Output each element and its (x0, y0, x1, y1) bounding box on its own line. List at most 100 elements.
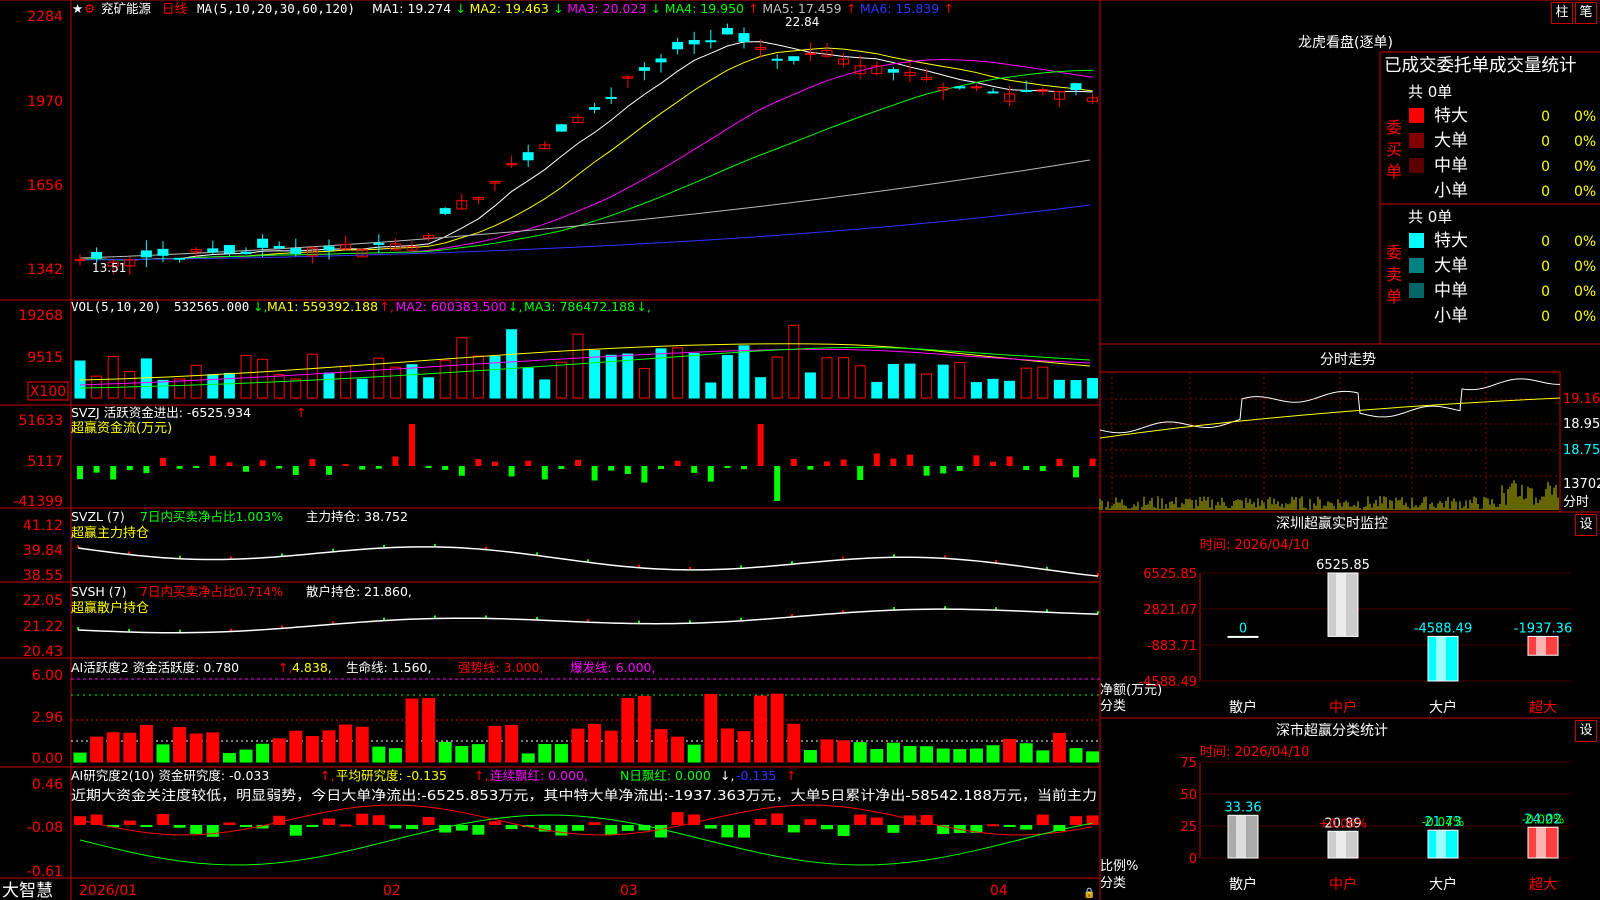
bar-mode-button[interactable]: 柱 (1551, 2, 1573, 24)
bar-highlight (1236, 815, 1246, 858)
volume-bar (555, 361, 567, 399)
ma-label: MA4: 19.950 (665, 1, 744, 16)
svzl-y-axis: 41.12 39.84 38.55 (23, 518, 63, 584)
svzl-hold: 主力持仓: 38.752 (306, 509, 408, 524)
volume-bar (688, 353, 700, 399)
candle-body (771, 58, 783, 61)
active-bar (986, 745, 1000, 763)
x-tick: 03 (620, 883, 638, 899)
x-tick: 02 (383, 883, 401, 899)
svzl-chart[interactable] (77, 543, 1099, 577)
group-total: 共 0单 (1408, 83, 1452, 101)
x-tick: 2026/01 (79, 883, 137, 899)
candle-body (970, 86, 982, 89)
flow-bar (259, 460, 266, 466)
flow-bar (292, 466, 299, 475)
research-bar (870, 817, 883, 825)
research-bar (240, 825, 252, 827)
research-bar (505, 825, 518, 830)
research-bar (771, 813, 784, 825)
research-bar (787, 825, 800, 833)
active-bar (239, 749, 253, 763)
intraday-price: 18.95 (1563, 417, 1600, 432)
y-tick: -41399 (13, 494, 63, 510)
bar-value-label: 0 (1239, 621, 1247, 636)
research-bar (323, 818, 335, 825)
active-bar (853, 742, 867, 763)
period-label[interactable]: 日线 (162, 1, 188, 16)
candle-body (1070, 83, 1082, 90)
volume-bar (539, 379, 551, 399)
active-bar (289, 730, 303, 763)
svsh-chart[interactable] (77, 606, 1099, 634)
y-tick: -0.08 (27, 820, 63, 836)
y-tick: 22.05 (23, 593, 63, 609)
active-bar (936, 748, 950, 763)
monitor-xlabel: 分类 (1100, 699, 1126, 714)
volume-chart[interactable] (74, 324, 1099, 399)
volume-bar (323, 372, 335, 399)
active-bar (156, 744, 170, 763)
bar-highlight (1436, 830, 1446, 858)
research-bar (306, 825, 319, 827)
vol-ma-arrow: ↓, (637, 299, 651, 314)
lock-icon[interactable]: 🔒 (1083, 887, 1095, 899)
settings-icon[interactable]: ⚙ (84, 1, 95, 16)
volume-bar (273, 374, 285, 399)
active-bar (803, 750, 817, 763)
y-tick: 19268 (18, 308, 63, 324)
flow-bar (873, 453, 880, 466)
candle-body (157, 248, 169, 256)
ma-arrow: ↑ (944, 1, 954, 16)
flow-bar (857, 466, 864, 480)
kline-chart[interactable] (74, 23, 1099, 275)
x-tick: 04 (990, 883, 1008, 899)
classify-bar-chart: 755025033.36散户20.89+0.06%中户21.73-0.04%大户… (1180, 756, 1570, 893)
svzl-ratio: 7日内买卖净占比1.003% (140, 509, 283, 524)
bar-delta-label: -0.04% (1422, 815, 1464, 829)
intraday-chart[interactable] (1099, 371, 1561, 513)
flow-bar (442, 466, 449, 470)
ai-active-y-axis: 6.00 2.96 0.00 (32, 668, 63, 767)
flow-bar (608, 466, 615, 471)
ma-line (79, 58, 1093, 261)
ma-line (79, 69, 1093, 261)
volume-bar (306, 353, 318, 399)
y-tick: 51633 (18, 413, 63, 429)
legend-swatch (1409, 158, 1424, 173)
y-tick: 2821.07 (1143, 603, 1197, 618)
tick-mode-button[interactable]: 笔 (1575, 2, 1597, 24)
ai-research-chart[interactable] (74, 804, 1099, 866)
flow-bar (691, 466, 698, 473)
volume-bar (1087, 378, 1099, 399)
intraday-price: 19.16 (1563, 392, 1600, 407)
candle-body (738, 33, 750, 42)
volume-bar (887, 364, 899, 399)
volume-bar (1004, 380, 1016, 399)
flow-bar (110, 466, 117, 480)
row-label: 中单 (1434, 156, 1468, 176)
ma-label: MA3: 20.023 (567, 1, 646, 16)
volume-bar (1070, 380, 1082, 399)
research-bar (1003, 825, 1016, 827)
volume-bar (107, 355, 119, 399)
group-side: 委 (1386, 118, 1402, 137)
svzj-chart[interactable] (77, 424, 1096, 501)
vol-ma-label: MA1: 559392.188 (267, 299, 378, 314)
spacer (1385, 90, 1400, 105)
ma-label: MA2: 19.463 (470, 1, 549, 16)
ai-active-chart[interactable] (71, 678, 1100, 763)
classify-settings-button[interactable]: 设 (1575, 720, 1597, 742)
monitor-settings-button[interactable]: 设 (1575, 514, 1597, 536)
research-bar (854, 814, 867, 825)
y-tick: 75 (1180, 756, 1197, 771)
volume-bar (1053, 379, 1065, 399)
star-icon[interactable]: ★ (72, 1, 83, 16)
ma-arrow: ↑ (846, 1, 856, 16)
research-bar (339, 824, 352, 827)
svzj-title: SVZJ 活跃资金进出: -6525.934 (71, 405, 251, 420)
volume-bar (290, 378, 302, 399)
flow-bar (923, 466, 930, 476)
active-bar (222, 753, 236, 763)
vol-value: 532565.000 (174, 299, 249, 314)
